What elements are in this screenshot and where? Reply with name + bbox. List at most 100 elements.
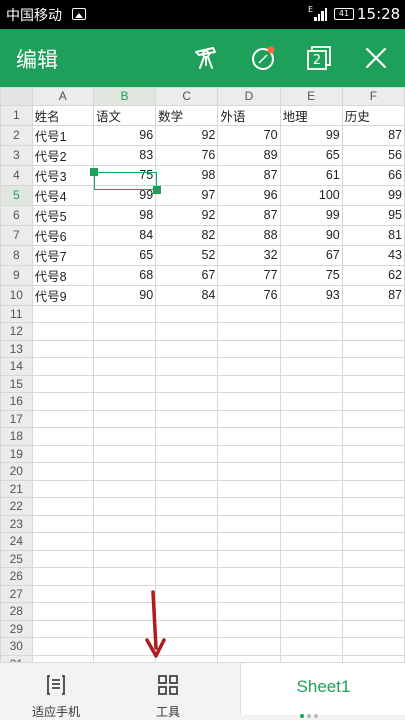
cell[interactable] — [341, 409, 405, 428]
cell[interactable]: 65 — [92, 244, 157, 266]
cell[interactable] — [155, 304, 219, 323]
row-header[interactable]: 24 — [0, 532, 33, 551]
row-header[interactable]: 30 — [0, 637, 33, 656]
cell[interactable] — [217, 637, 281, 656]
cell[interactable] — [31, 514, 94, 533]
cell[interactable] — [31, 497, 94, 516]
cell[interactable] — [155, 549, 219, 568]
cell[interactable] — [155, 339, 219, 358]
sheet-tab[interactable]: Sheet1 — [240, 663, 405, 715]
selection-handle-top-left[interactable] — [90, 168, 98, 176]
cell[interactable] — [279, 339, 343, 358]
row-header[interactable]: 4 — [0, 164, 33, 186]
row-header[interactable]: 26 — [0, 567, 33, 586]
cell[interactable] — [31, 584, 94, 603]
cell[interactable]: 61 — [279, 164, 343, 186]
cell[interactable]: 67 — [279, 244, 343, 266]
cell[interactable] — [341, 427, 405, 446]
cell[interactable] — [279, 514, 343, 533]
sheet-table[interactable]: ABCDEF 1 姓名 语文 数学 外语 地理 历史 2 代号1 96 92 70 99 87 3 代号2 83… — [0, 87, 405, 662]
cell[interactable]: 代号3 — [31, 164, 94, 186]
cell[interactable] — [155, 357, 219, 376]
cell[interactable] — [279, 357, 343, 376]
cell[interactable] — [279, 304, 343, 323]
cell[interactable] — [155, 532, 219, 551]
cell[interactable] — [92, 549, 157, 568]
cell[interactable]: 68 — [92, 264, 157, 286]
cell[interactable]: 32 — [217, 244, 281, 266]
row-header[interactable]: 11 — [0, 304, 33, 323]
window-switch-button[interactable]: 2 — [304, 43, 334, 73]
cell[interactable]: 83 — [92, 144, 157, 166]
cell[interactable] — [155, 374, 219, 393]
row-header[interactable]: 25 — [0, 549, 33, 568]
cell[interactable] — [31, 602, 94, 621]
cell[interactable]: 98 — [155, 164, 219, 186]
cell[interactable] — [92, 339, 157, 358]
row-header[interactable]: 27 — [0, 584, 33, 603]
row-header[interactable]: 17 — [0, 409, 33, 428]
cell[interactable]: 96 — [217, 184, 281, 206]
cell[interactable] — [279, 444, 343, 463]
spreadsheet-grid[interactable]: ABCDEF 1 姓名 语文 数学 外语 地理 历史 2 代号1 96 92 70 99 87 3 代号2 83… — [0, 87, 405, 662]
row-header[interactable]: 21 — [0, 479, 33, 498]
cell[interactable]: 87 — [341, 284, 405, 306]
cell[interactable]: 外语 — [217, 104, 281, 126]
cell[interactable] — [31, 444, 94, 463]
cell[interactable] — [92, 479, 157, 498]
cell[interactable]: 代号4 — [31, 184, 94, 206]
cell[interactable]: 87 — [217, 204, 281, 226]
cell[interactable] — [341, 462, 405, 481]
cell[interactable]: 96 — [92, 124, 157, 146]
fit-phone-button[interactable]: 适应手机 — [0, 663, 112, 720]
cell[interactable] — [279, 549, 343, 568]
cell[interactable] — [217, 497, 281, 516]
cell[interactable] — [341, 357, 405, 376]
cell[interactable] — [217, 549, 281, 568]
cell[interactable]: 99 — [279, 124, 343, 146]
cell[interactable]: 90 — [92, 284, 157, 306]
row-header[interactable]: 16 — [0, 392, 33, 411]
row-header[interactable]: 22 — [0, 497, 33, 516]
column-header-c[interactable]: C — [155, 87, 219, 106]
cell[interactable] — [279, 462, 343, 481]
row-header[interactable]: 29 — [0, 619, 33, 638]
cell[interactable] — [31, 567, 94, 586]
cell[interactable] — [31, 427, 94, 446]
cell[interactable] — [155, 444, 219, 463]
cell[interactable]: 姓名 — [31, 104, 94, 126]
cell[interactable] — [92, 567, 157, 586]
cell[interactable] — [341, 567, 405, 586]
draw-tool-button[interactable] — [191, 43, 221, 73]
cell[interactable] — [279, 427, 343, 446]
row-header[interactable]: 31 — [0, 654, 33, 662]
cell[interactable]: 81 — [341, 224, 405, 246]
cell[interactable]: 66 — [341, 164, 405, 186]
cell[interactable] — [279, 392, 343, 411]
cell[interactable] — [155, 392, 219, 411]
cell[interactable] — [217, 374, 281, 393]
cell[interactable] — [92, 514, 157, 533]
row-header[interactable]: 3 — [0, 144, 33, 166]
cell[interactable] — [31, 637, 94, 656]
cell[interactable]: 52 — [155, 244, 219, 266]
cell[interactable] — [92, 409, 157, 428]
column-header-a[interactable]: A — [31, 87, 94, 106]
cell[interactable] — [341, 654, 405, 662]
row-header[interactable]: 5 — [0, 184, 33, 206]
cell[interactable]: 92 — [155, 124, 219, 146]
cell[interactable]: 代号7 — [31, 244, 94, 266]
cell[interactable] — [92, 392, 157, 411]
cell[interactable] — [31, 479, 94, 498]
cell[interactable] — [92, 374, 157, 393]
cell[interactable] — [217, 339, 281, 358]
cell[interactable] — [341, 479, 405, 498]
cell[interactable] — [279, 567, 343, 586]
row-header[interactable]: 15 — [0, 374, 33, 393]
cell[interactable] — [31, 462, 94, 481]
cell[interactable]: 99 — [92, 184, 157, 206]
cell[interactable] — [341, 374, 405, 393]
cell[interactable]: 62 — [341, 264, 405, 286]
cell[interactable] — [31, 357, 94, 376]
cell[interactable]: 99 — [279, 204, 343, 226]
